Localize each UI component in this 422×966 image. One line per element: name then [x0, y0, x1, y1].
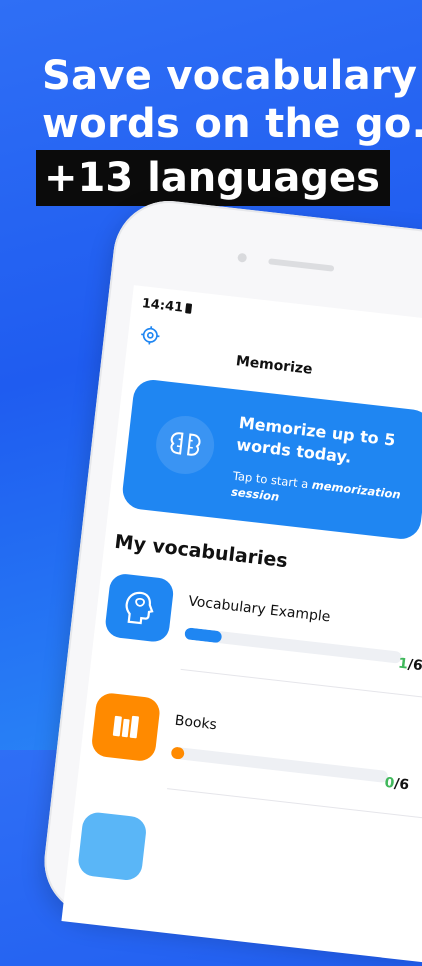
headline: Save vocabulary words on the go.: [42, 52, 422, 148]
vocabulary-item[interactable]: Vocabulary Example 1/6: [101, 564, 422, 700]
brain-badge: [153, 413, 217, 477]
memorize-subtitle: Tap to start a memorization session: [230, 468, 412, 520]
total-count: /6: [393, 776, 410, 794]
phone-mockup: 14:41 ▂▃▅▇ 4G Memorize Memorize up to: [38, 195, 422, 958]
books-icon: [104, 705, 148, 749]
progress-track: [171, 746, 389, 783]
vocab-count: 0/6: [384, 775, 410, 794]
vocab-name: Books: [174, 713, 218, 734]
progress-track: [184, 627, 402, 664]
gear-icon[interactable]: [139, 324, 161, 346]
vocab-icon-bg: [90, 692, 161, 763]
nav-title: Memorize: [235, 353, 313, 378]
camera-dot: [237, 253, 247, 263]
vocabulary-item-partial[interactable]: [74, 803, 422, 939]
status-time-text: 14:41: [141, 296, 184, 316]
section-title: My vocabularies: [113, 531, 288, 573]
speaker-grille: [268, 258, 334, 271]
progress-fill: [171, 746, 185, 759]
vocabulary-item[interactable]: Books 0/6: [88, 684, 422, 820]
vocab-name: Vocabulary Example: [188, 593, 332, 625]
battery-icon: [185, 303, 192, 314]
app-screen: 14:41 ▂▃▅▇ 4G Memorize Memorize up to: [61, 285, 422, 964]
status-time: 14:41: [141, 296, 193, 317]
vocab-count: 1/6: [397, 656, 422, 675]
vocab-icon-bg: [104, 572, 175, 643]
memorize-card[interactable]: Memorize up to 5 words today. Tap to sta…: [121, 378, 422, 541]
brain-icon: [167, 428, 204, 462]
progress-fill: [184, 627, 222, 643]
total-count: /6: [407, 657, 422, 675]
headline-line-2: words on the go.: [42, 100, 422, 148]
vocab-icon-bg: [77, 811, 148, 882]
head-brain-icon: [117, 586, 161, 630]
languages-badge: +13 languages: [36, 150, 390, 206]
headline-line-1: Save vocabulary: [42, 52, 422, 100]
